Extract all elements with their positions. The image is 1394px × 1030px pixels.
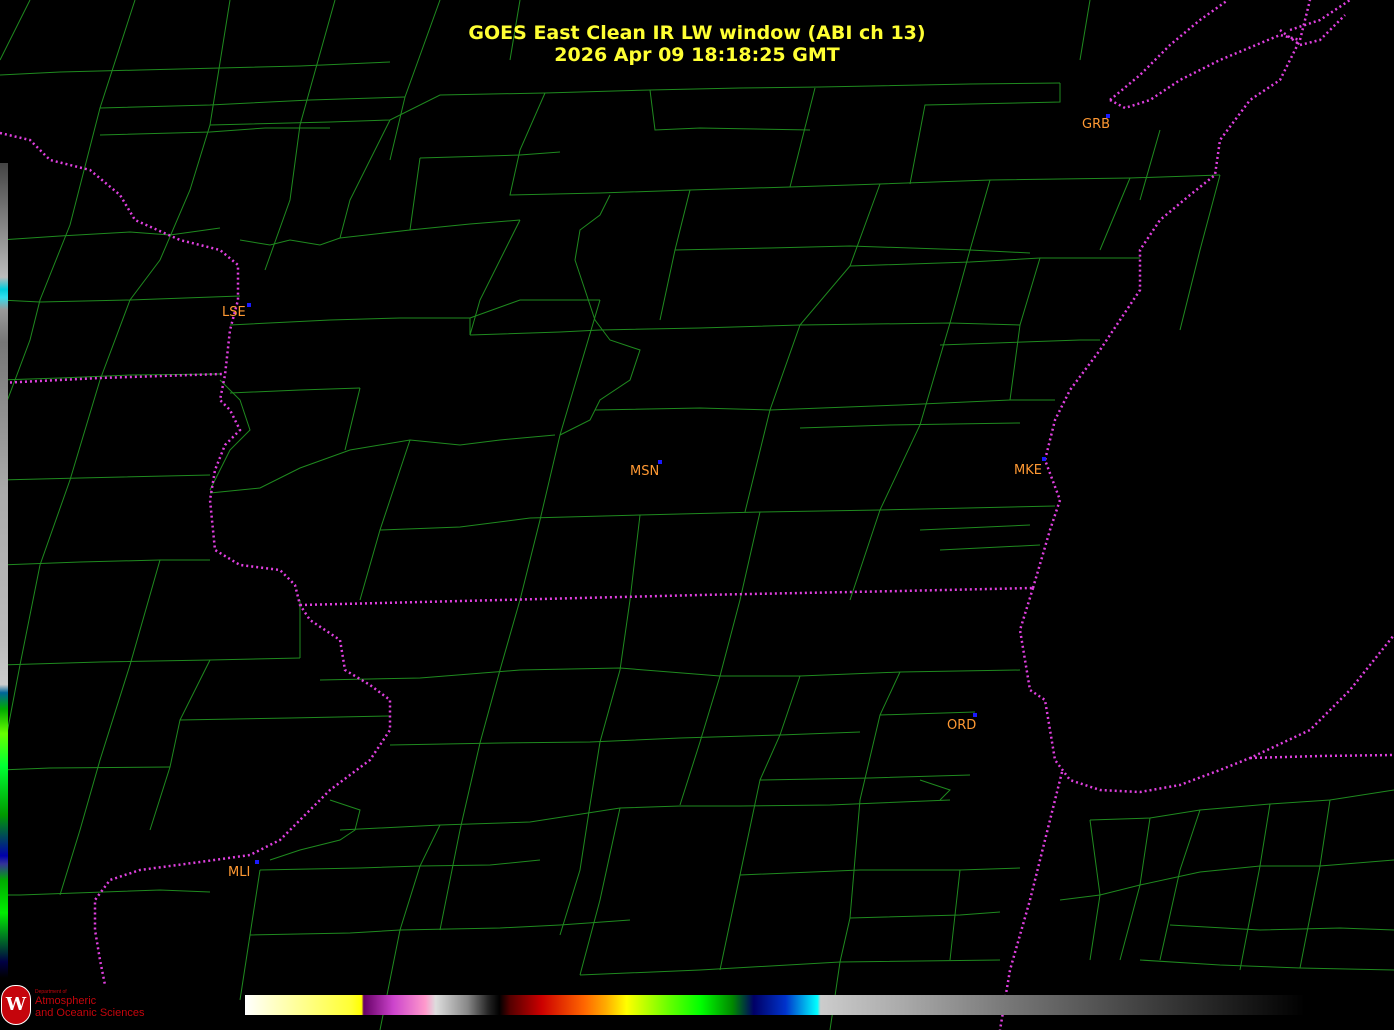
city-label-msn: MSN: [630, 464, 660, 479]
county-boundaries: [0, 0, 1394, 1030]
city-dot-ord: [973, 713, 977, 717]
uw-crest-icon: W: [1, 985, 31, 1025]
city-label-mke: MKE: [1014, 463, 1042, 478]
city-label-grb: GRB: [1082, 117, 1111, 132]
city-label-mli: MLI: [228, 865, 251, 880]
side-color-scale: [0, 163, 8, 978]
city-label-lse: LSE: [222, 305, 246, 320]
title-line1: GOES East Clean IR LW window (ABI ch 13): [468, 22, 926, 44]
aos-logo: W Department of Atmospheric and Oceanic …: [0, 982, 160, 1028]
city-dot-lse: [247, 303, 251, 307]
logo-name-line2: and Oceanic Sciences: [35, 1007, 145, 1019]
color-scale-bar: [245, 995, 1305, 1015]
map-title: GOES East Clean IR LW window (ABI ch 13)…: [0, 22, 1394, 66]
satellite-map[interactable]: GOES East Clean IR LW window (ABI ch 13)…: [0, 0, 1394, 1030]
city-dot-mli: [255, 860, 259, 864]
title-timestamp: 2026 Apr 09 18:18:25 GMT: [554, 44, 840, 66]
city-dot-mke: [1042, 457, 1046, 461]
city-label-ord: ORD: [947, 718, 977, 733]
logo-name-line1: Atmospheric: [35, 995, 97, 1007]
map-overlay: [0, 0, 1394, 1030]
